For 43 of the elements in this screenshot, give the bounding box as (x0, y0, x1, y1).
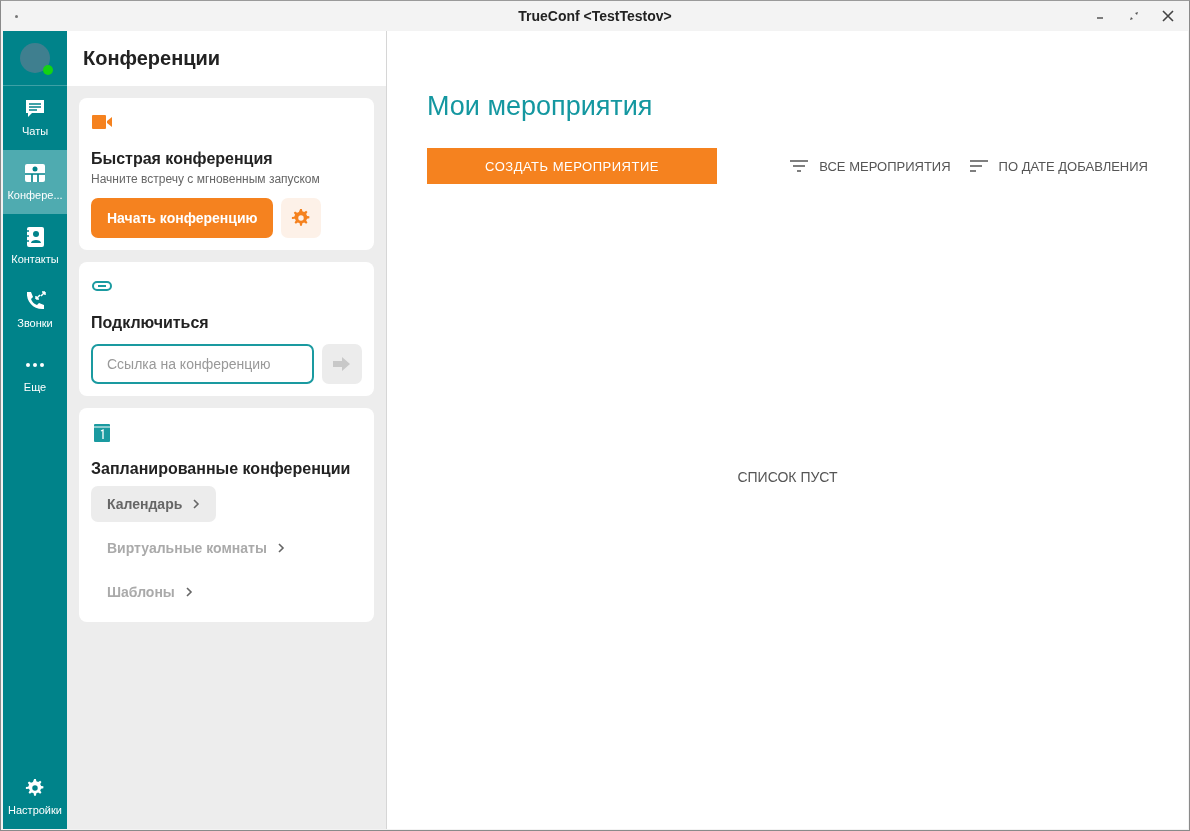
chevron-right-icon (192, 499, 201, 509)
avatar[interactable] (20, 43, 50, 73)
filter-button[interactable]: ВСЕ МЕРОПРИЯТИЯ (789, 158, 951, 174)
card-title: Быстрая конференция (91, 150, 274, 168)
chevron-right-icon (276, 543, 285, 553)
settings-icon (24, 778, 46, 798)
window-title: TrueConf <TestTestov> (518, 8, 672, 24)
phone-icon (24, 291, 46, 311)
maximize-icon[interactable] (1127, 9, 1141, 23)
window-menu-icon[interactable] (15, 14, 18, 18)
calendar-icon (91, 422, 113, 442)
conference-icon (24, 163, 46, 183)
panel-title: Конференции (83, 47, 221, 70)
sort-button[interactable]: ПО ДАТЕ ДОБАВЛЕНИЯ (968, 158, 1148, 174)
filter-icon (789, 159, 810, 173)
nav-item[interactable]: Контакты (3, 214, 67, 278)
scheduled-link[interactable]: Виртуальные комнаты (91, 530, 301, 566)
video-camera-icon (91, 112, 113, 132)
empty-list-message: СПИСОК ПУСТ (737, 468, 838, 485)
nav-item[interactable]: Конфере... (3, 150, 67, 214)
nav-item[interactable]: Чаты (3, 86, 67, 150)
arrow-right-icon (332, 356, 352, 372)
chevron-right-icon (184, 587, 193, 597)
card-subtitle: Начните встречу с мгновенным запуском (91, 172, 321, 186)
chat-icon (24, 99, 46, 119)
settings-nav-item[interactable]: Настройки (3, 765, 67, 829)
create-event-button[interactable]: СОЗДАТЬ МЕРОПРИЯТИЕ (427, 148, 717, 184)
page-title: Мои мероприятия (427, 91, 654, 122)
settings-button[interactable] (281, 198, 322, 238)
contacts-icon (24, 227, 46, 247)
card-title: Подключиться (91, 314, 210, 332)
scheduled-link[interactable]: Календарь (91, 486, 217, 522)
nav-item[interactable]: Еще (3, 342, 67, 406)
scheduled-link[interactable]: Шаблоны (91, 574, 209, 610)
card-title: Запланированные конференции (91, 460, 352, 478)
conference-link-field[interactable]: Ссылка на конференцию (91, 344, 314, 384)
nav-item[interactable]: Звонки (3, 278, 67, 342)
more-icon (26, 363, 44, 367)
join-button[interactable] (322, 344, 362, 384)
settings-icon (291, 208, 312, 228)
start-conference-button[interactable]: Начать конференцию (91, 198, 274, 238)
close-icon[interactable] (1161, 9, 1175, 23)
sort-icon (968, 159, 989, 173)
